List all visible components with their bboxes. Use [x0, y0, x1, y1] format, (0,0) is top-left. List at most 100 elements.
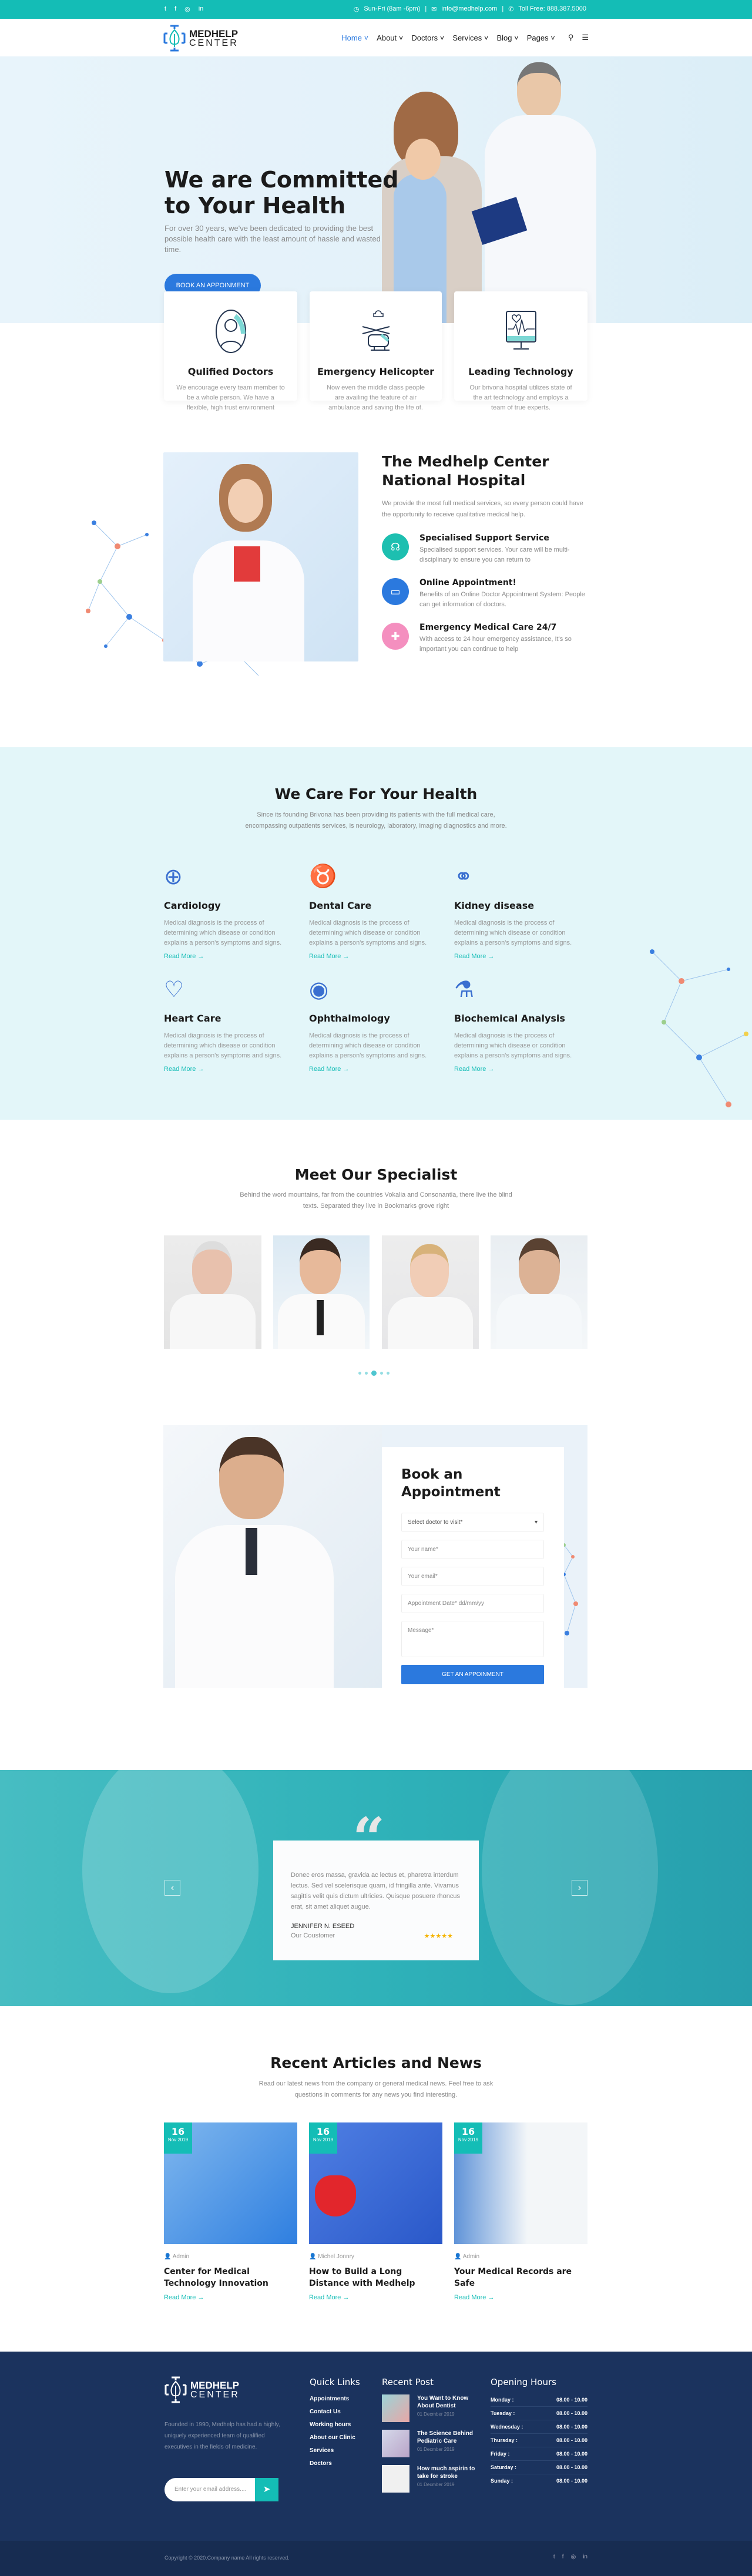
service-item: ⚭ Kidney disease Medical diagnosis is the …	[454, 864, 589, 960]
doctor-photo[interactable]	[273, 1235, 370, 1349]
read-more-link[interactable]: Read More →	[309, 953, 444, 960]
recent-post[interactable]: The Science Behind Pediatric Care 01 Decm…	[382, 2430, 482, 2457]
carousel-dot[interactable]	[387, 1372, 390, 1375]
star-icon: ★	[441, 1933, 448, 1940]
send-button[interactable]: ➤	[255, 2478, 278, 2501]
quick-link[interactable]: Contact Us	[310, 2409, 360, 2415]
article-title: Your Medical Records are Safe	[454, 2267, 572, 2288]
logo-icon	[163, 25, 186, 52]
read-more-link[interactable]: Read More →	[309, 2294, 442, 2301]
specialists-title: Meet Our Specialist	[294, 1166, 458, 1183]
read-more-link[interactable]: Read More →	[454, 953, 589, 960]
service-item: ⚗ Biochemical Analysis Medical diagnosis i…	[454, 976, 589, 1073]
email-input[interactable]: Your email*	[401, 1567, 544, 1586]
user-icon: 👤	[309, 2253, 317, 2260]
carousel-dot[interactable]	[371, 1371, 377, 1376]
menu-icon[interactable]: ☰	[582, 33, 589, 42]
nav-home[interactable]: Home ˅	[341, 33, 368, 42]
article-image: 16 Nov 2019	[164, 2122, 297, 2244]
quick-link[interactable]: Appointments	[310, 2396, 360, 2402]
molecule-decoration	[562, 1543, 578, 1635]
linkedin-icon[interactable]: in	[583, 2554, 588, 2560]
recent-post[interactable]: How much aspirin to take for stroke 01 De…	[382, 2465, 482, 2493]
specialists-text: Behind the word mountains, far from the …	[240, 1191, 512, 1210]
services-title: We Care For Your Health	[274, 785, 478, 802]
doctor-select[interactable]: Select doctor to visit* ▾	[401, 1513, 544, 1532]
about-feature: ☊ Specialised Support Service Specialised…	[382, 533, 588, 565]
hero-title: We are Committed to Your Health	[164, 167, 399, 219]
prev-arrow-button[interactable]: ‹	[164, 1880, 180, 1896]
testimonial-name: JENNIFER N. ESEED	[291, 1923, 355, 1930]
hours-row: Sunday :08.00 - 10.00	[491, 2478, 588, 2484]
nav-about[interactable]: About ˅	[377, 33, 403, 42]
molecule-decoration	[650, 949, 748, 1107]
quick-link[interactable]: Services	[310, 2447, 360, 2454]
user-icon: 👤	[454, 2253, 462, 2260]
hours-row: Tuesday :08.00 - 10.00	[491, 2407, 588, 2420]
search-icon[interactable]: ⚲	[568, 33, 574, 42]
twitter-icon[interactable]: t	[553, 2554, 555, 2560]
doctor-photo[interactable]	[382, 1235, 479, 1349]
recent-post[interactable]: You Want to Know About Dentist 01 Decmber…	[382, 2394, 482, 2422]
logo-icon	[164, 2376, 187, 2403]
carousel-dot[interactable]	[358, 1372, 361, 1375]
date-badge: 16 Nov 2019	[454, 2122, 482, 2154]
read-more-link[interactable]: Read More →	[164, 1066, 299, 1073]
message-textarea[interactable]: Message*	[401, 1621, 544, 1657]
quick-link[interactable]: Doctors	[310, 2460, 360, 2467]
date-input[interactable]: Appointment Date* dd/mm/yy	[401, 1594, 544, 1613]
get-appointment-button[interactable]: GET AN APPOINMENT	[401, 1665, 544, 1684]
quick-link[interactable]: About our Clinic	[310, 2434, 360, 2441]
online-doctor-icon: ▭	[382, 578, 409, 605]
footer	[0, 2352, 752, 2541]
star-icon: ★	[429, 1933, 436, 1940]
name-input[interactable]: Your name*	[401, 1540, 544, 1559]
appointment-title: Book an Appointment	[401, 1467, 501, 1500]
carousel-dot[interactable]	[380, 1372, 383, 1375]
doctor-photo[interactable]	[164, 1235, 261, 1349]
doctor-icon	[164, 309, 297, 357]
testimonial-role: Our Coustomer	[291, 1932, 335, 1939]
article-card[interactable]: 16 Nov 2019 👤 Admin Center for Medical Te…	[164, 2122, 297, 2301]
feature-card: Emergency Helicopter Now even the middle…	[310, 291, 442, 411]
doctor-photo[interactable]	[491, 1235, 588, 1349]
carousel-dot[interactable]	[365, 1372, 368, 1375]
emergency-icon: ✚	[382, 623, 409, 650]
caret-down-icon: ▾	[534, 1519, 538, 1526]
article-card[interactable]: 16 Nov 2019 👤 Admin Your Medical Records …	[454, 2122, 588, 2301]
newsletter: Enter your email address.... ➤	[164, 2478, 278, 2501]
article-card[interactable]: 16 Nov 2019 👤 Michel Jonnry How to Build …	[309, 2122, 442, 2301]
logo[interactable]: MEDHELP CENTER	[163, 25, 239, 52]
service-item: ♉ Dental Care Medical diagnosis is the pro…	[309, 864, 444, 960]
user-icon: 👤	[164, 2253, 172, 2260]
facebook-icon[interactable]: f	[174, 5, 176, 13]
heart-hands-icon: ♡	[164, 978, 184, 1002]
linkedin-icon[interactable]: in	[199, 5, 204, 13]
date-badge: 16 Nov 2019	[309, 2122, 337, 2154]
twitter-icon[interactable]: t	[164, 5, 166, 13]
article-image: 16 Nov 2019	[454, 2122, 588, 2244]
read-more-link[interactable]: Read More →	[164, 953, 299, 960]
next-arrow-button[interactable]: ›	[572, 1880, 588, 1896]
footer-logo[interactable]: MEDHELP CENTER	[164, 2376, 240, 2403]
hours-row: Saturday :08.00 - 10.00	[491, 2461, 588, 2474]
service-item: ◉ Ophthalmology Medical diagnosis is the p…	[309, 976, 444, 1073]
logo-subtext: CENTER	[189, 38, 239, 48]
instagram-icon[interactable]: ◎	[570, 2554, 576, 2560]
rating-stars: ★★★★★	[424, 1932, 453, 1940]
read-more-link[interactable]: Read More →	[454, 2294, 588, 2301]
nav-blog[interactable]: Blog ˅	[496, 33, 518, 42]
email-link[interactable]: info@medhelp.com	[441, 5, 497, 13]
read-more-link[interactable]: Read More →	[309, 1066, 444, 1073]
quick-link[interactable]: Working hours	[310, 2421, 360, 2428]
facebook-icon[interactable]: f	[562, 2554, 564, 2560]
monitor-heart-icon	[454, 309, 588, 357]
read-more-link[interactable]: Read More →	[454, 1066, 589, 1073]
newsletter-email-input[interactable]: Enter your email address....	[164, 2478, 255, 2501]
phone-text: Toll Free: 888.387.5000	[518, 5, 586, 12]
nav-services[interactable]: Services ˅	[452, 33, 488, 42]
instagram-icon[interactable]: ◎	[184, 5, 190, 13]
nav-pages[interactable]: Pages ˅	[527, 33, 555, 42]
read-more-link[interactable]: Read More →	[164, 2294, 297, 2301]
nav-doctors[interactable]: Doctors ˅	[411, 33, 444, 42]
